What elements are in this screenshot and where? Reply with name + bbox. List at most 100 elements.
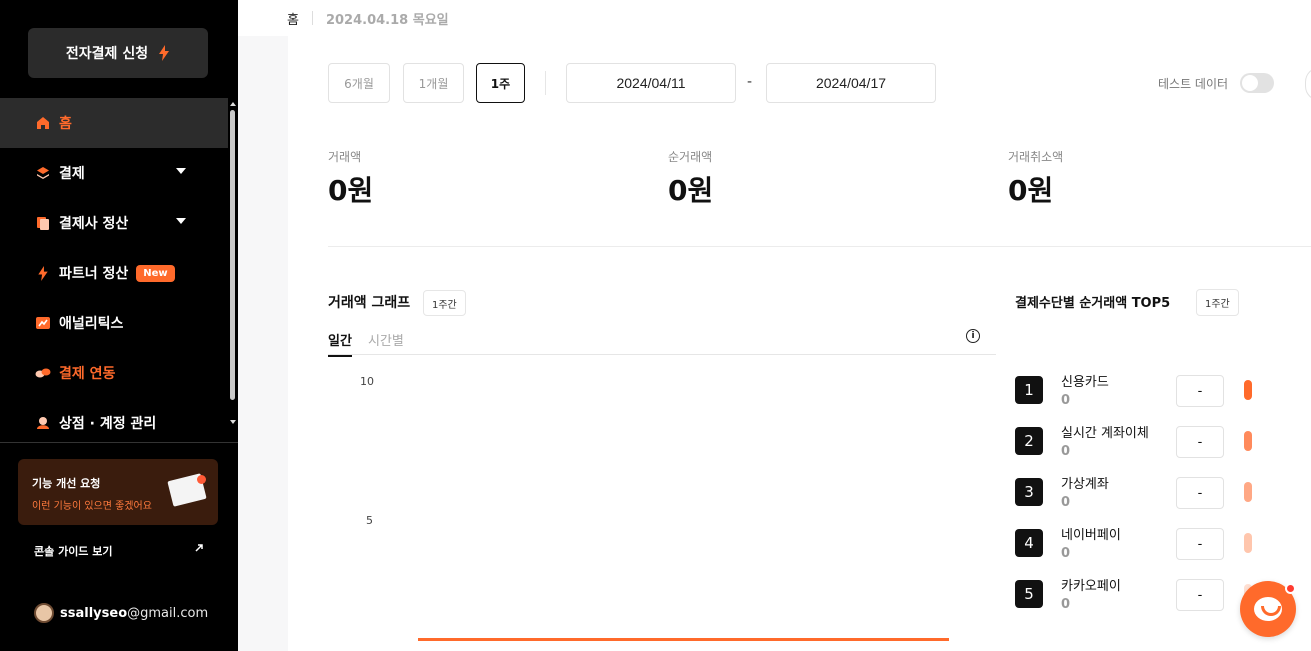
list-item: 3 가상계좌 0 - xyxy=(1015,477,1295,529)
notification-dot xyxy=(1285,583,1296,594)
payment-method-change: - xyxy=(1176,579,1224,611)
payment-method-bar xyxy=(1244,431,1252,451)
payment-method-change: - xyxy=(1176,477,1224,509)
more-options-button[interactable] xyxy=(1305,67,1311,101)
top5-title: 결제수단별 순거래액 TOP5 xyxy=(1015,296,1171,311)
breadcrumb-divider xyxy=(311,11,313,25)
sidebar-item-payment[interactable]: 결제 xyxy=(0,148,228,198)
chevron-down-icon xyxy=(176,218,186,224)
lightning-icon xyxy=(35,265,51,281)
payment-method-name: 가상계좌 xyxy=(1061,477,1109,492)
date-separator: - xyxy=(747,74,753,90)
y-tick-label: 5 xyxy=(366,514,373,527)
user-name: ssallyseo xyxy=(60,605,128,621)
sidebar-item-label: 파트너 정산 xyxy=(59,266,129,282)
payment-method-bar xyxy=(1244,380,1252,400)
sidebar-divider xyxy=(0,442,238,443)
rank-badge: 4 xyxy=(1015,529,1043,557)
list-item: 1 신용카드 0 - xyxy=(1015,375,1295,427)
sidebar-item-label: 결제 xyxy=(59,166,85,182)
sidebar: 전자결제 신청 홈 결제 결제사 정산 파트너 정산 New 애널리틱스 결제 … xyxy=(0,0,238,651)
metric-label: 순거래액 xyxy=(668,150,713,164)
payment-method-name: 신용카드 xyxy=(1061,375,1109,390)
console-guide-link[interactable]: 콘솔 가이드 보기 xyxy=(34,543,204,559)
section-divider xyxy=(328,246,1311,247)
metric-label: 거래액 xyxy=(328,150,362,164)
breadcrumb-home[interactable]: 홈 xyxy=(287,9,299,28)
sidebar-scrollbar[interactable] xyxy=(229,100,237,430)
apply-payment-label: 전자결제 신청 xyxy=(65,46,149,62)
scroll-up-icon[interactable] xyxy=(230,102,236,106)
sidebar-item-store-account[interactable]: 상점 · 계정 관리 xyxy=(0,398,228,448)
test-data-toggle[interactable] xyxy=(1240,73,1274,93)
list-item: 4 네이버페이 0 - xyxy=(1015,528,1295,580)
metric-value: 0원 xyxy=(328,174,374,207)
sidebar-item-partner-settlement[interactable]: 파트너 정산 New xyxy=(0,248,228,298)
sidebar-item-label: 결제사 정산 xyxy=(59,216,129,232)
info-icon[interactable]: i xyxy=(966,329,980,343)
sidebar-item-integration[interactable]: 결제 연동 xyxy=(0,348,228,398)
payment-method-change: - xyxy=(1176,375,1224,407)
home-icon xyxy=(35,115,51,131)
sidebar-item-pg-settlement[interactable]: 결제사 정산 xyxy=(0,198,228,248)
avatar xyxy=(34,603,54,623)
payment-method-value: 0 xyxy=(1061,444,1071,459)
chart-icon xyxy=(35,315,51,331)
payment-method-value: 0 xyxy=(1061,597,1071,612)
end-date-input[interactable]: 2024/04/17 xyxy=(766,63,936,103)
period-6-months-button[interactable]: 6개월 xyxy=(328,63,390,103)
payment-method-value: 0 xyxy=(1061,393,1071,408)
filter-divider xyxy=(545,71,546,95)
scroll-down-icon[interactable] xyxy=(230,420,236,424)
period-1-month-button[interactable]: 1개월 xyxy=(403,63,464,103)
metric-cancelled: 거래취소액 0원 xyxy=(1008,148,1063,209)
payment-method-change: - xyxy=(1176,426,1224,458)
user-account[interactable]: ssallyseo@gmail.com xyxy=(34,603,208,623)
tab-underline xyxy=(328,354,996,355)
chart-series-line xyxy=(418,638,949,641)
payment-method-bar xyxy=(1244,482,1252,502)
payment-method-bar xyxy=(1244,533,1252,553)
new-badge: New xyxy=(136,264,175,282)
metric-gross: 거래액 0원 xyxy=(328,148,373,209)
toggle-knob xyxy=(1242,75,1258,91)
feature-request-card[interactable]: 기능 개선 요청 이런 기능이 있으면 좋겠어요 xyxy=(18,459,218,525)
payment-method-change: - xyxy=(1176,528,1224,560)
tab-hourly[interactable]: 시간별 xyxy=(368,330,404,355)
metric-label: 거래취소액 xyxy=(1008,150,1064,164)
chevron-down-icon xyxy=(176,168,186,174)
graph-title: 거래액 그래프 xyxy=(328,295,411,311)
transaction-chart: 10 5 xyxy=(328,366,996,651)
scroll-thumb[interactable] xyxy=(230,110,235,400)
graph-period-chip: 1주간 xyxy=(423,290,466,316)
notification-dot xyxy=(197,475,206,484)
user-domain: @gmail.com xyxy=(127,605,209,621)
sidebar-item-label: 상점 · 계정 관리 xyxy=(59,416,157,432)
sidebar-item-label: 결제 연동 xyxy=(59,366,116,382)
metric-value: 0원 xyxy=(1008,174,1054,207)
rank-badge: 1 xyxy=(1015,376,1043,404)
sidebar-item-analytics[interactable]: 애널리틱스 xyxy=(0,298,228,348)
payment-method-value: 0 xyxy=(1061,546,1071,561)
top5-period-chip: 1주간 xyxy=(1196,289,1239,316)
chat-icon xyxy=(1254,597,1282,621)
y-tick-label: 10 xyxy=(360,375,374,388)
sidebar-item-label: 애널리틱스 xyxy=(59,316,124,332)
rank-badge: 2 xyxy=(1015,427,1043,455)
rank-badge: 5 xyxy=(1015,580,1043,608)
external-link-icon xyxy=(195,544,203,552)
rank-badge: 3 xyxy=(1015,478,1043,506)
link-icon xyxy=(35,365,51,381)
document-icon xyxy=(35,215,51,231)
lightning-icon xyxy=(159,45,170,61)
store-icon xyxy=(35,415,51,431)
tab-daily[interactable]: 일간 xyxy=(328,330,352,357)
period-1-week-button[interactable]: 1주 xyxy=(476,63,525,103)
payment-method-name: 실시간 계좌이체 xyxy=(1061,426,1149,441)
start-date-input[interactable]: 2024/04/11 xyxy=(566,63,736,103)
sidebar-item-home[interactable]: 홈 xyxy=(0,98,228,148)
apply-payment-button[interactable]: 전자결제 신청 xyxy=(28,28,208,78)
sidebar-item-label: 홈 xyxy=(59,116,72,132)
layers-icon xyxy=(35,165,51,181)
test-data-label: 테스트 데이터 xyxy=(1158,77,1229,91)
